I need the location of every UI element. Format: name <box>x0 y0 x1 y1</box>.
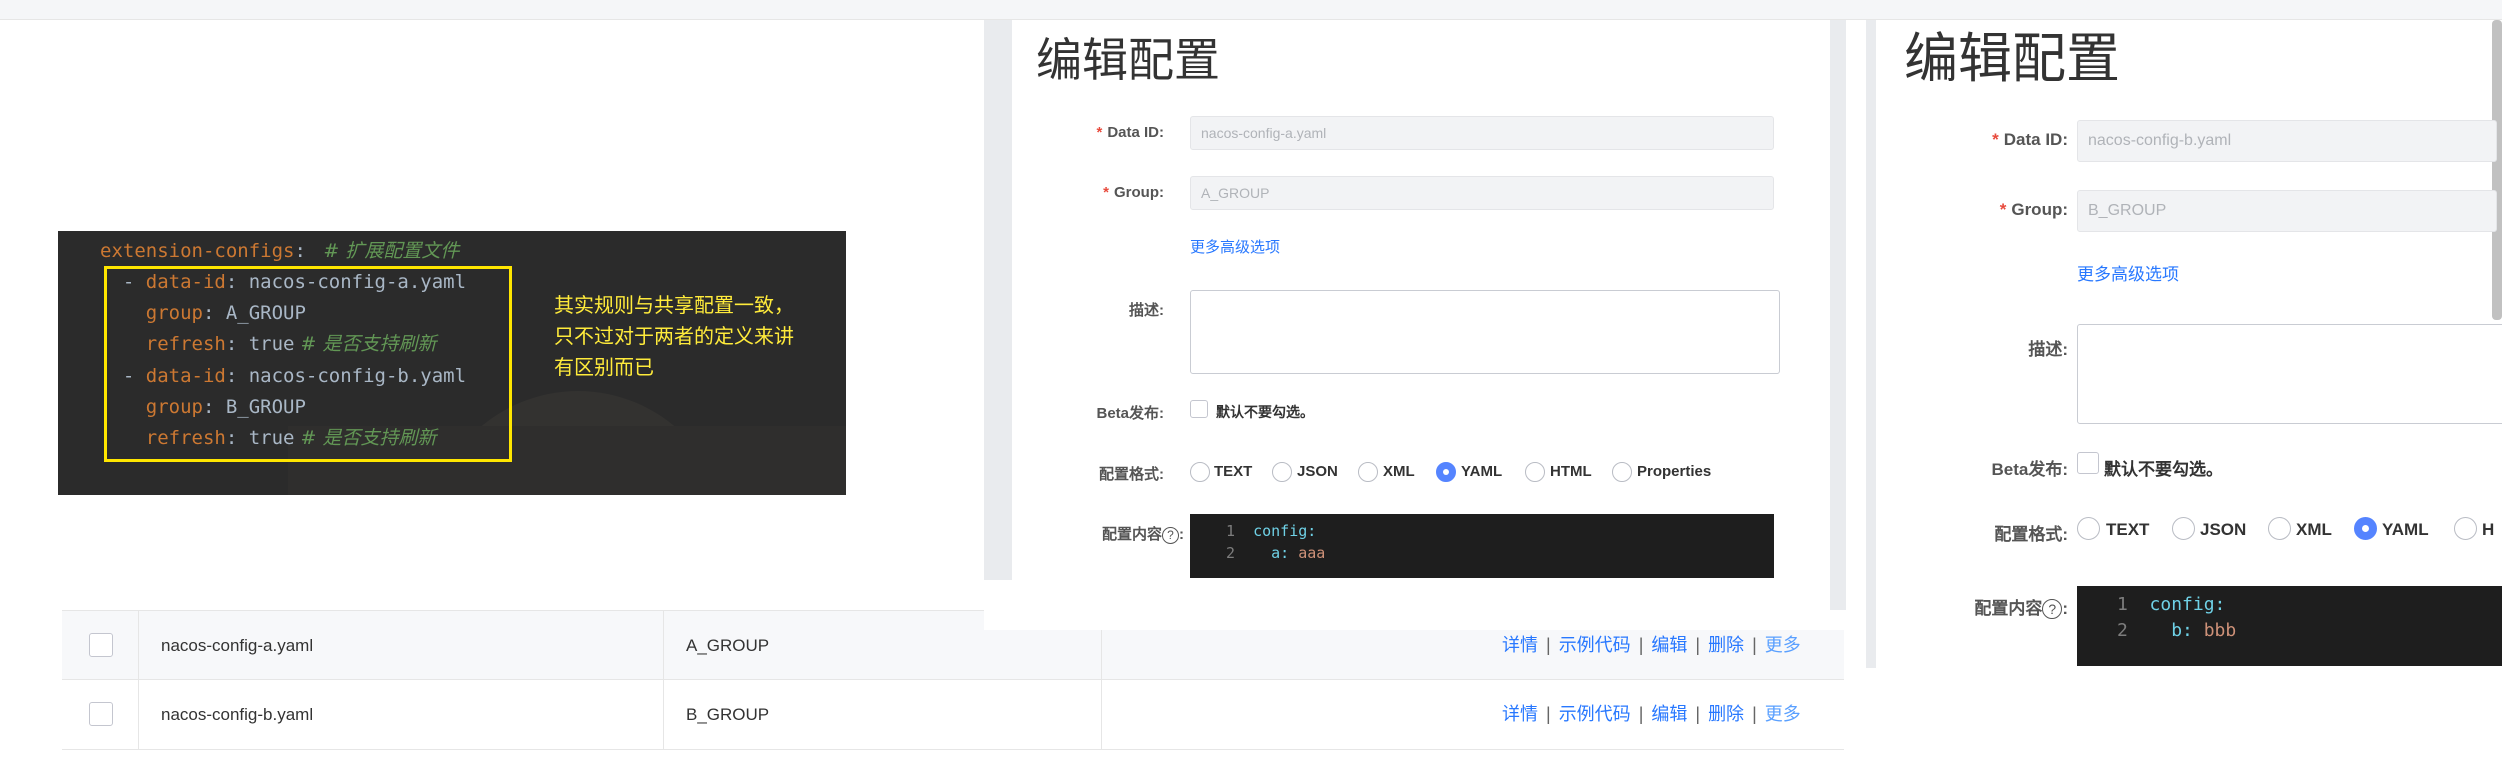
format-label-xml: XML <box>1383 463 1415 480</box>
format-label-json: JSON <box>1297 463 1338 480</box>
group-input[interactable]: B_GROUP <box>2077 190 2497 232</box>
format-label-json: JSON <box>2200 520 2247 539</box>
format-radio-html[interactable] <box>2454 517 2477 540</box>
format-radio-yaml[interactable] <box>2354 517 2377 540</box>
format-radio-properties[interactable] <box>1612 462 1632 482</box>
dialog-gutter <box>984 20 1012 580</box>
top-bar <box>0 0 2502 20</box>
data-id-cell: nacos-config-a.yaml <box>138 611 663 680</box>
editor-line: 1 config: <box>2117 594 2226 615</box>
advanced-options-link[interactable]: 更多高级选项 <box>2077 260 2179 285</box>
annotation-note: 其实规则与共享配置一致， 只不过对于两者的定义来讲 有区别而已 <box>554 291 834 384</box>
highlight-box <box>104 266 512 462</box>
beta-checkbox[interactable] <box>2077 452 2099 474</box>
content-label: 配置内容?: <box>1101 526 1184 544</box>
config-content-editor[interactable]: 1 config: 2 a: aaa <box>1190 514 1774 578</box>
format-radio-html[interactable] <box>1525 462 1545 482</box>
separator: | <box>1695 635 1701 655</box>
beta-checkbox[interactable] <box>1190 400 1208 418</box>
editor-line: 2 a: aaa <box>1226 544 1326 562</box>
description-label: 描述: <box>2028 340 2068 359</box>
separator: | <box>1638 704 1644 724</box>
format-radio-json[interactable] <box>2172 517 2195 540</box>
data-id-input[interactable]: nacos-config-b.yaml <box>2077 120 2497 162</box>
format-radio-xml[interactable] <box>2268 517 2291 540</box>
edit-link[interactable]: 编辑 <box>1651 704 1687 724</box>
group-label: * Group: <box>1999 200 2068 219</box>
group-label: * Group: <box>1103 184 1164 201</box>
data-id-label: * Data ID: <box>1096 124 1164 141</box>
row-actions: 详情 | 示例代码 | 编辑 | 删除 | 更多 <box>1502 680 1801 749</box>
format-label-properties: Properties <box>1637 463 1712 480</box>
format-radio-yaml[interactable] <box>1436 462 1456 482</box>
edit-config-dialog-b: 编辑配置 * Data ID: nacos-config-b.yaml * Grou… <box>1866 20 2502 768</box>
format-radio-text[interactable] <box>1190 462 1210 482</box>
detail-link[interactable]: 详情 <box>1502 635 1538 655</box>
data-id-cell: nacos-config-b.yaml <box>138 680 663 749</box>
format-label-html: HTML <box>1550 463 1592 480</box>
content-label: 配置内容?: <box>1974 599 2068 619</box>
dialog-gutter <box>1830 20 1846 610</box>
data-id-label: * Data ID: <box>1992 130 2068 149</box>
delete-link[interactable]: 删除 <box>1708 635 1744 655</box>
group-cell: B_GROUP <box>663 680 1101 749</box>
edit-config-dialog-a: 编辑配置 * Data ID: nacos-config-a.yaml * Grou… <box>984 20 1846 630</box>
dialog-title: 编辑配置 <box>1904 29 2120 89</box>
beta-label: Beta发布: <box>1096 405 1164 422</box>
more-link[interactable]: 更多 <box>1765 635 1801 655</box>
more-link[interactable]: 更多 <box>1765 704 1801 724</box>
description-textarea[interactable] <box>2077 324 2502 424</box>
format-label-xml: XML <box>2296 520 2332 539</box>
format-label-html: H <box>2482 520 2495 539</box>
format-label-yaml: YAML <box>1461 463 1503 480</box>
note-line: 其实规则与共享配置一致， <box>554 295 794 317</box>
beta-checkbox-label: 默认不要勾选。 <box>1216 404 1314 420</box>
format-radio-json[interactable] <box>1272 462 1292 482</box>
separator: | <box>1546 635 1551 655</box>
format-label-text: TEXT <box>1214 463 1253 480</box>
note-line: 有区别而已 <box>554 357 654 379</box>
separator: | <box>1752 704 1757 724</box>
editor-line: 1 config: <box>1226 522 1317 540</box>
config-content-editor[interactable]: 1 config: 2 b: bbb <box>2077 586 2502 666</box>
help-icon[interactable]: ? <box>1162 527 1179 544</box>
advanced-options-link[interactable]: 更多高级选项 <box>1190 236 1280 257</box>
yaml-code-snippet: extension-configs: # 扩展配置文件 - data-id: n… <box>58 231 846 495</box>
separator: | <box>1695 704 1701 724</box>
code-line: extension-configs: # 扩展配置文件 <box>100 240 460 262</box>
note-line: 只不过对于两者的定义来讲 <box>554 326 794 348</box>
beta-label: Beta发布: <box>1991 460 2068 479</box>
edit-link[interactable]: 编辑 <box>1651 635 1687 655</box>
sample-code-link[interactable]: 示例代码 <box>1559 635 1631 655</box>
detail-link[interactable]: 详情 <box>1502 704 1538 724</box>
format-label: 配置格式: <box>1099 466 1164 483</box>
config-table: nacos-config-a.yaml A_GROUP 详情 | 示例代码 | 编辑 | 删… <box>62 610 1844 750</box>
description-label: 描述: <box>1129 302 1164 319</box>
table-row: nacos-config-b.yaml B_GROUP 详情 | 示例代码 | 编辑 | 删… <box>62 680 1844 750</box>
row-checkbox[interactable] <box>89 633 113 657</box>
beta-checkbox-label: 默认不要勾选。 <box>2104 460 2223 479</box>
format-label: 配置格式: <box>1994 525 2068 544</box>
separator: | <box>1752 635 1757 655</box>
format-label-yaml: YAML <box>2382 520 2429 539</box>
help-icon[interactable]: ? <box>2042 599 2063 619</box>
separator: | <box>1638 635 1644 655</box>
format-radio-xml[interactable] <box>1358 462 1378 482</box>
format-radio-text[interactable] <box>2077 517 2100 540</box>
separator: | <box>1546 704 1551 724</box>
row-checkbox[interactable] <box>89 702 113 726</box>
editor-line: 2 b: bbb <box>2117 620 2237 641</box>
dialog-title: 编辑配置 <box>1036 34 1220 86</box>
dialog-gutter <box>1866 20 1876 668</box>
delete-link[interactable]: 删除 <box>1708 704 1744 724</box>
sample-code-link[interactable]: 示例代码 <box>1559 704 1631 724</box>
data-id-input[interactable]: nacos-config-a.yaml <box>1190 116 1774 150</box>
scrollbar[interactable] <box>2492 20 2502 320</box>
group-input[interactable]: A_GROUP <box>1190 176 1774 210</box>
description-textarea[interactable] <box>1190 290 1780 374</box>
format-label-text: TEXT <box>2106 520 2150 539</box>
